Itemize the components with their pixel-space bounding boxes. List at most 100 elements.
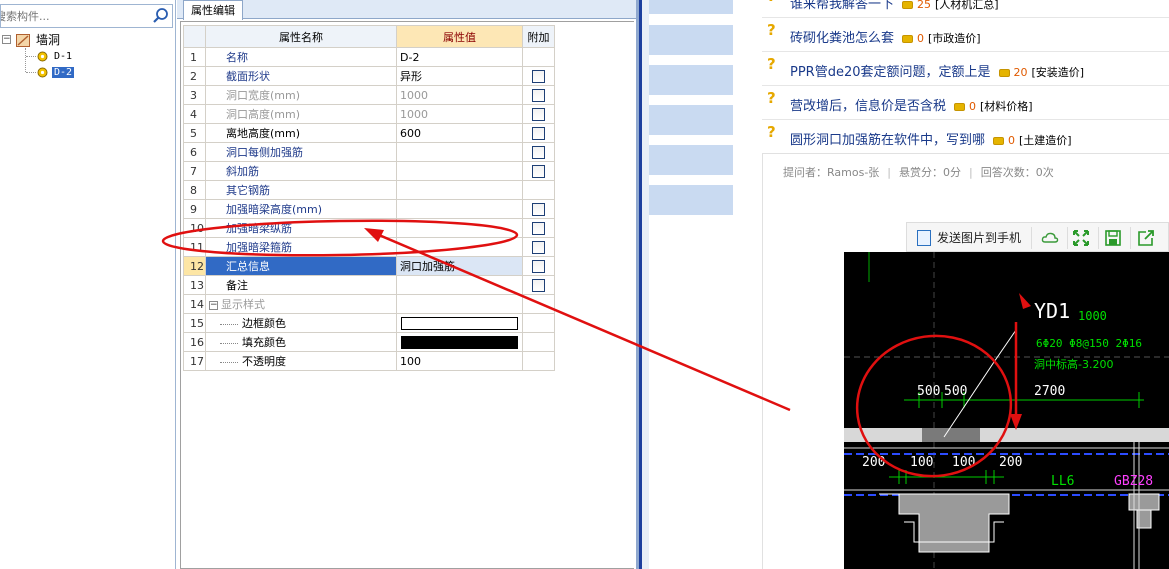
property-row[interactable]: 16 填充颜色 xyxy=(183,332,555,352)
property-row[interactable]: 13 备注 xyxy=(183,275,555,295)
asker-text[interactable]: 提问者：Ramos-张 xyxy=(783,166,879,179)
send-to-phone-button[interactable]: 发送图片到手机 xyxy=(915,228,1021,248)
property-value[interactable]: 洞口加强筋 xyxy=(396,256,523,276)
property-row[interactable]: 14− 显示样式 xyxy=(183,294,555,314)
extra-checkbox[interactable] xyxy=(532,69,545,83)
property-name[interactable]: 边框颜色 xyxy=(205,313,397,333)
cloud-icon[interactable] xyxy=(1041,229,1059,247)
property-name[interactable]: 备注 xyxy=(205,275,397,295)
property-value[interactable]: D-2 xyxy=(396,47,523,67)
property-name[interactable]: 不透明度 xyxy=(205,351,397,371)
search-input[interactable] xyxy=(1,5,149,27)
splitter[interactable] xyxy=(636,0,649,569)
property-name[interactable]: 填充颜色 xyxy=(205,332,397,352)
extra-checkbox[interactable] xyxy=(532,107,545,121)
extra-header[interactable]: 附加 xyxy=(522,25,555,48)
property-row[interactable]: 5 离地高度(mm) 600 xyxy=(183,123,555,143)
side-nav-block[interactable] xyxy=(649,0,733,14)
property-name[interactable]: 其它钢筋 xyxy=(205,180,397,200)
color-swatch[interactable] xyxy=(401,335,518,349)
property-name[interactable]: 截面形状 xyxy=(205,66,397,86)
question-link[interactable]: PPR管de20套定额问题，定额上是 20 [安装造价] xyxy=(790,61,1084,80)
extra-checkbox[interactable] xyxy=(532,221,545,235)
question-category[interactable]: [材料价格] xyxy=(980,100,1033,113)
property-row[interactable]: 6 洞口每侧加强筋 xyxy=(183,142,555,162)
color-swatch[interactable] xyxy=(401,316,518,330)
question-category[interactable]: [市政造价] xyxy=(928,32,981,45)
property-value[interactable]: 600 xyxy=(396,123,523,143)
property-value[interactable] xyxy=(396,161,523,181)
property-row[interactable]: 10 加强暗梁纵筋 xyxy=(183,218,555,238)
extra-checkbox[interactable] xyxy=(532,259,545,273)
property-value-header[interactable]: 属性值 xyxy=(396,25,523,48)
tree-item-d2[interactable]: D-2 xyxy=(52,64,75,80)
property-value[interactable] xyxy=(396,294,523,314)
property-row[interactable]: 2 截面形状 异形 xyxy=(183,66,555,86)
property-value[interactable] xyxy=(396,199,523,219)
tree-root-item[interactable]: 墙洞 xyxy=(36,32,60,48)
property-row[interactable]: 15 边框颜色 xyxy=(183,313,555,333)
property-row[interactable]: 12 汇总信息 洞口加强筋 xyxy=(183,256,555,276)
question-link[interactable]: 砖砌化粪池怎么套 0 [市政造价] xyxy=(790,27,981,46)
property-value[interactable]: 1000 xyxy=(396,104,523,124)
property-value[interactable] xyxy=(396,237,523,257)
save-icon[interactable] xyxy=(1104,229,1122,247)
share-icon[interactable] xyxy=(1137,229,1155,247)
question-list-item[interactable]: ? 圆形洞口加强筋在软件中，写到哪 0 [土建造价] xyxy=(762,120,1169,154)
property-value[interactable]: 100 xyxy=(396,351,523,371)
question-link[interactable]: 谁来帮我解答一下 25 [人材机汇总] xyxy=(790,0,999,12)
question-category[interactable]: [土建造价] xyxy=(1019,134,1072,147)
search-icon[interactable] xyxy=(151,7,170,25)
property-value[interactable]: 异形 xyxy=(396,66,523,86)
property-row[interactable]: 8 其它钢筋 xyxy=(183,180,555,200)
cad-drawing-image[interactable]: YD1 1000 6Φ20 Φ8@150 2Φ16 洞中标高-3.200 500… xyxy=(844,252,1169,569)
side-nav-block[interactable] xyxy=(649,25,733,55)
property-row[interactable]: 17 不透明度 100 xyxy=(183,351,555,371)
property-name[interactable]: 名称 xyxy=(205,47,397,67)
property-value[interactable] xyxy=(396,332,523,352)
tree-root-expander[interactable]: − xyxy=(2,35,11,44)
property-value[interactable] xyxy=(396,275,523,295)
property-value[interactable] xyxy=(396,218,523,238)
property-row[interactable]: 9 加强暗梁高度(mm) xyxy=(183,199,555,219)
property-value[interactable] xyxy=(396,313,523,333)
property-row[interactable]: 7 斜加筋 xyxy=(183,161,555,181)
side-nav-block[interactable] xyxy=(649,65,733,95)
question-link[interactable]: 营改增后，信息价是否含税 0 [材料价格] xyxy=(790,95,1033,114)
property-name[interactable]: − 显示样式 xyxy=(205,294,397,314)
property-name[interactable]: 洞口每侧加强筋 xyxy=(205,142,397,162)
property-name[interactable]: 斜加筋 xyxy=(205,161,397,181)
property-name[interactable]: 洞口高度(mm) xyxy=(205,104,397,124)
extra-checkbox[interactable] xyxy=(532,278,545,292)
property-name[interactable]: 洞口宽度(mm) xyxy=(205,85,397,105)
property-value[interactable] xyxy=(396,180,523,200)
side-nav-block[interactable] xyxy=(649,105,733,135)
extra-checkbox[interactable] xyxy=(532,164,545,178)
question-category[interactable]: [人材机汇总] xyxy=(935,0,999,11)
property-row[interactable]: 11 加强暗梁箍筋 xyxy=(183,237,555,257)
side-nav-block[interactable] xyxy=(649,185,733,215)
property-value[interactable] xyxy=(396,142,523,162)
side-nav-block[interactable] xyxy=(649,145,733,175)
property-name[interactable]: 汇总信息 xyxy=(205,256,397,276)
extra-checkbox[interactable] xyxy=(532,145,545,159)
property-name[interactable]: 加强暗梁高度(mm) xyxy=(205,199,397,219)
question-link[interactable]: 圆形洞口加强筋在软件中，写到哪 0 [土建造价] xyxy=(790,129,1072,148)
question-list-item[interactable]: ? 谁来帮我解答一下 25[人材机汇总] xyxy=(762,0,1169,18)
question-list-item[interactable]: ? 营改增后，信息价是否含税 0 [材料价格] xyxy=(762,86,1169,120)
property-name[interactable]: 离地高度(mm) xyxy=(205,123,397,143)
tab-property-edit[interactable]: 属性编辑 xyxy=(183,0,243,20)
extra-checkbox[interactable] xyxy=(532,88,545,102)
property-name[interactable]: 加强暗梁纵筋 xyxy=(205,218,397,238)
property-name-header[interactable]: 属性名称 xyxy=(205,25,397,48)
extra-checkbox[interactable] xyxy=(532,240,545,254)
extra-checkbox[interactable] xyxy=(532,126,545,140)
extra-checkbox[interactable] xyxy=(532,202,545,216)
question-list-item[interactable]: ? 砖砌化粪池怎么套 0 [市政造价] xyxy=(762,18,1169,52)
question-list-item[interactable]: ? PPR管de20套定额问题，定额上是 20 [安装造价] xyxy=(762,52,1169,86)
property-row[interactable]: 3 洞口宽度(mm) 1000 xyxy=(183,85,555,105)
question-category[interactable]: [安装造价] xyxy=(1032,66,1085,79)
tree-item-d1[interactable]: D-1 xyxy=(52,48,74,64)
property-row[interactable]: 4 洞口高度(mm) 1000 xyxy=(183,104,555,124)
expand-icon[interactable] xyxy=(1072,229,1090,247)
